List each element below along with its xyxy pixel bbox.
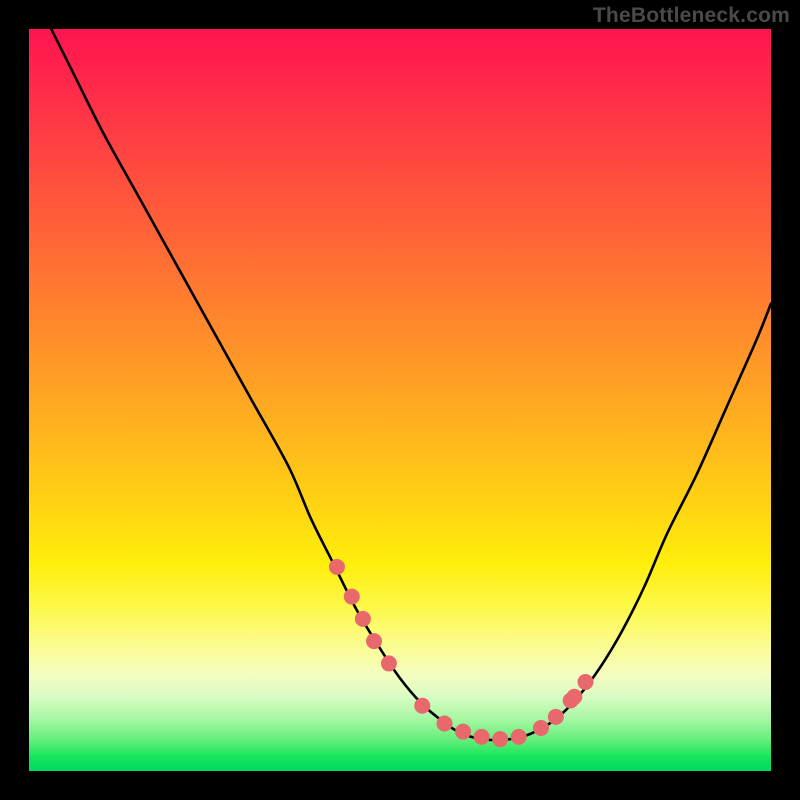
watermark-text: TheBottleneck.com [593,4,790,28]
gradient-plot-panel [29,29,771,771]
chart-stage: TheBottleneck.com [0,0,800,800]
